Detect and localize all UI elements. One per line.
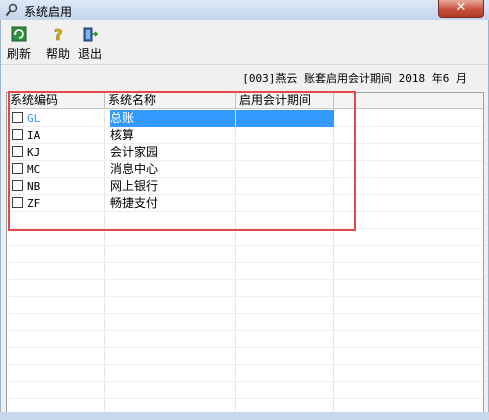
table-row[interactable]: IA 核算 (7, 127, 483, 144)
grid-line (7, 313, 483, 314)
grid-line (7, 245, 483, 246)
grid-line (7, 398, 483, 399)
column-header-code[interactable]: 系统编码 (7, 93, 104, 108)
row-checkbox[interactable] (12, 112, 23, 123)
row-checkbox[interactable] (12, 129, 23, 140)
refresh-button[interactable]: 刷新 (6, 26, 32, 62)
system-code: KJ (27, 146, 41, 159)
grid-line (7, 347, 483, 348)
grid-line (7, 279, 483, 280)
grid-line (7, 228, 483, 229)
column-divider[interactable] (333, 93, 334, 108)
system-code: NB (27, 180, 41, 193)
row-checkbox[interactable] (12, 197, 23, 208)
row-checkbox[interactable] (12, 146, 23, 157)
window-title: 系统启用 (24, 5, 73, 19)
system-enable-table[interactable]: 系统编码 系统名称 启用会计期间 GL 总账 IA 核算 KJ 会计家园 MC … (6, 92, 484, 416)
system-code: ZF (27, 197, 41, 210)
system-name: 网上银行 (110, 179, 159, 193)
table-row[interactable]: GL 总账 (7, 110, 483, 127)
system-name: 消息中心 (110, 162, 159, 176)
column-header-period[interactable]: 启用会计期间 (236, 93, 333, 108)
table-row[interactable]: ZF 畅捷支付 (7, 195, 483, 212)
svg-text:?: ? (54, 26, 63, 42)
row-checkbox[interactable] (12, 163, 23, 174)
table-row[interactable]: MC 消息中心 (7, 161, 483, 178)
system-name: 核算 (110, 128, 135, 142)
system-name: 总账 (110, 110, 235, 127)
help-icon: ? (54, 26, 63, 42)
system-code: GL (27, 112, 41, 125)
close-icon: ✕ (455, 0, 467, 15)
refresh-icon (11, 26, 27, 42)
exit-icon (83, 27, 98, 42)
toolbar: 刷新 ? 帮助 退出 (1, 20, 488, 65)
system-name: 畅捷支付 (110, 196, 159, 210)
account-period-info: [003]燕云 账套启用会计期间 2018 年6 月 (242, 72, 467, 85)
exit-button[interactable]: 退出 (77, 26, 103, 62)
window-bottom-edge (0, 412, 489, 420)
grid-line (7, 381, 483, 382)
exit-label: 退出 (77, 47, 102, 61)
system-code: IA (27, 129, 41, 142)
table-row[interactable]: KJ 会计家园 (7, 144, 483, 161)
enable-period[interactable] (236, 110, 334, 127)
close-button[interactable]: ✕ (438, 0, 484, 18)
grid-line (7, 330, 483, 331)
grid-line (7, 262, 483, 263)
grid-line (7, 364, 483, 365)
table-row[interactable]: NB 网上银行 (7, 178, 483, 195)
grid-line (7, 296, 483, 297)
refresh-label: 刷新 (6, 47, 31, 61)
help-button[interactable]: ? 帮助 (45, 26, 71, 62)
row-checkbox[interactable] (12, 180, 23, 191)
help-label: 帮助 (45, 47, 70, 61)
column-header-name[interactable]: 系统名称 (105, 93, 235, 108)
system-code: MC (27, 163, 41, 176)
title-bar: 系统启用 ✕ (0, 0, 489, 20)
magnifier-key-icon (5, 3, 18, 17)
system-name: 会计家园 (110, 145, 159, 159)
table-header: 系统编码 系统名称 启用会计期间 (7, 93, 483, 109)
